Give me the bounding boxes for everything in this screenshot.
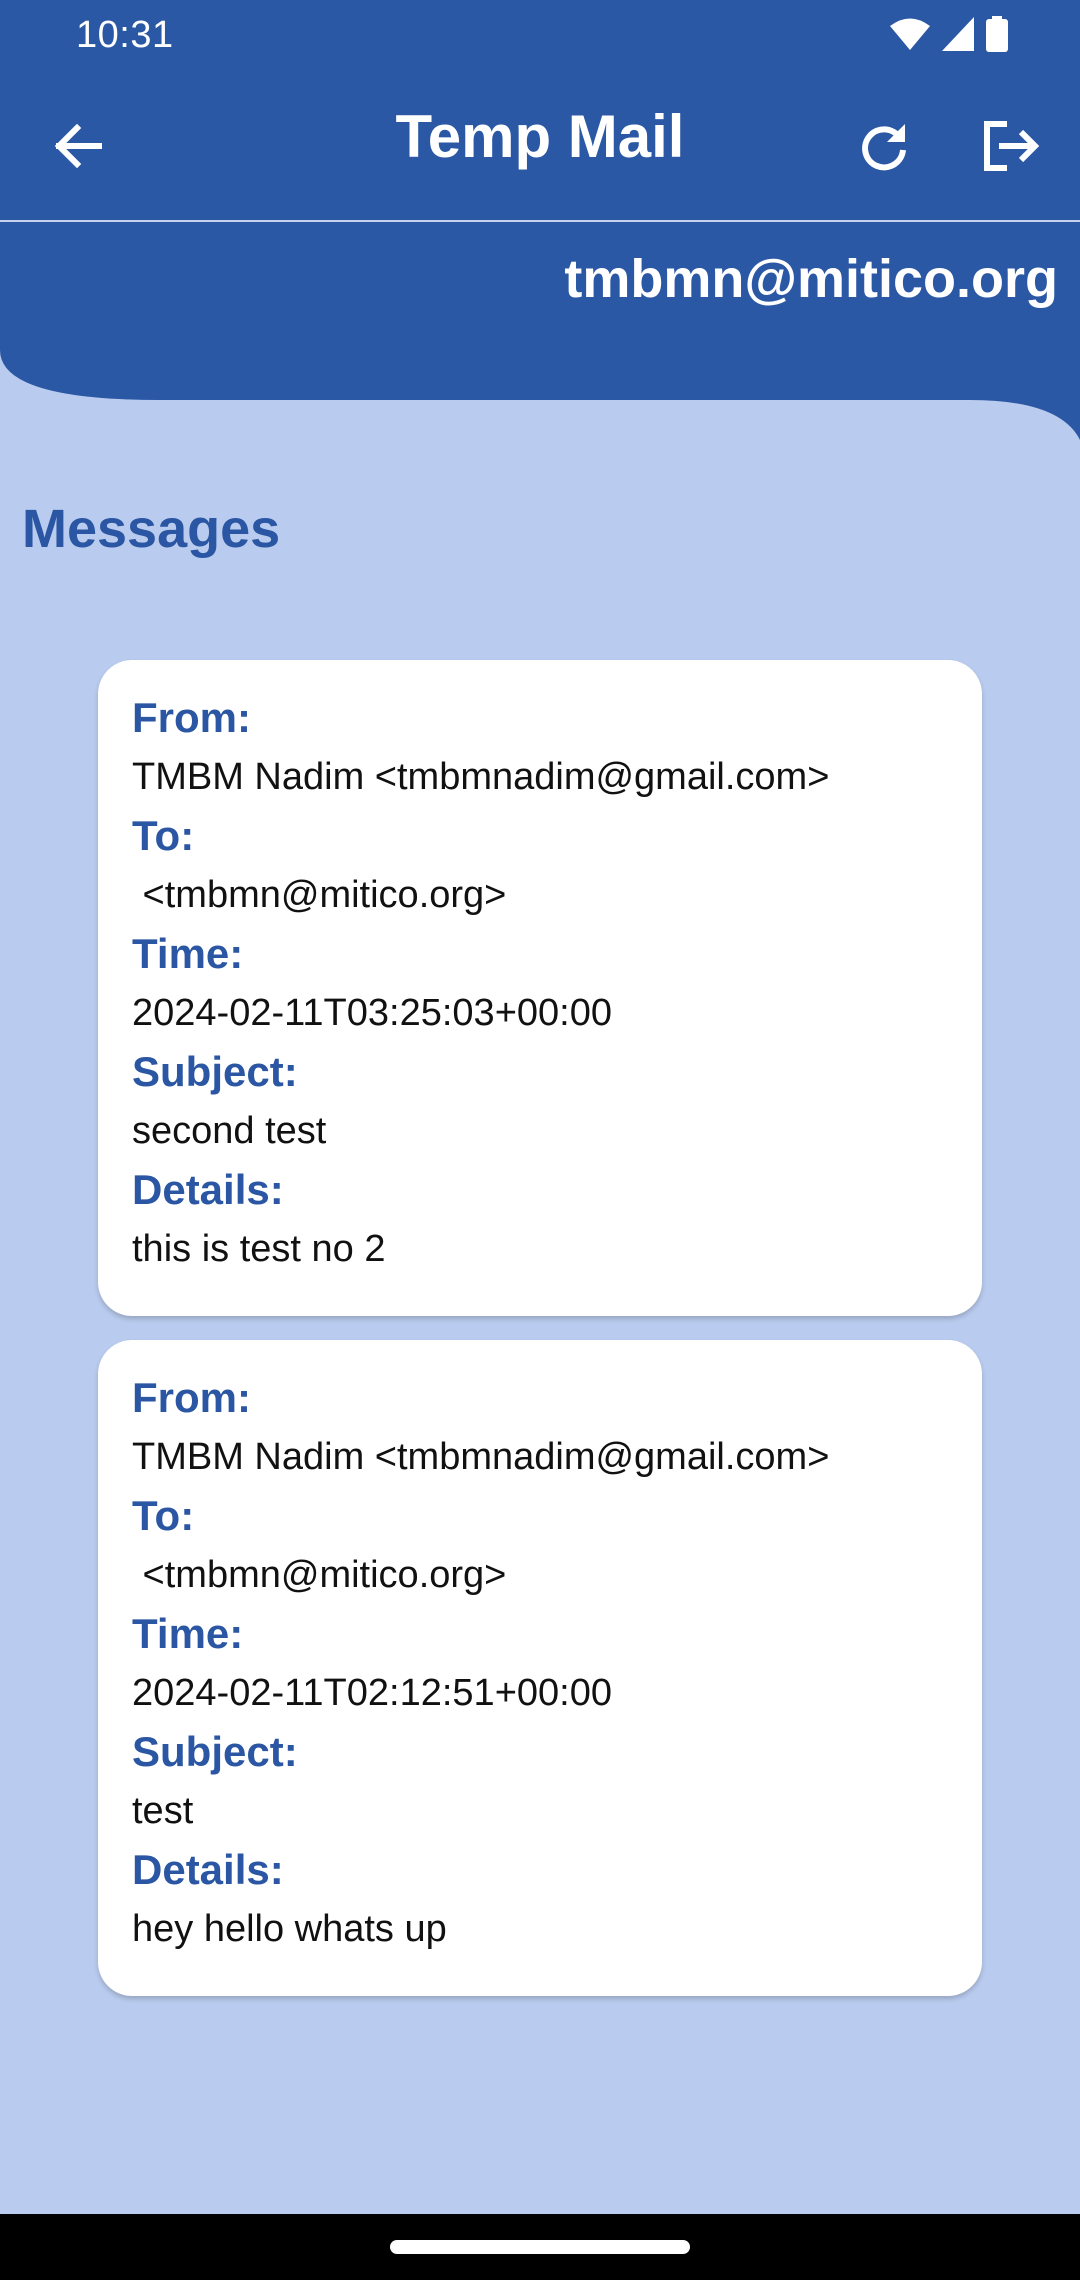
battery-icon — [986, 16, 1008, 57]
refresh-button[interactable] — [844, 106, 924, 186]
status-bar: 10:31 — [0, 0, 1080, 72]
refresh-icon — [862, 124, 906, 171]
logout-button[interactable] — [972, 106, 1052, 186]
subject-label: Subject: — [132, 1728, 298, 1775]
signal-icon — [942, 17, 974, 56]
details-label: Details: — [132, 1166, 284, 1213]
to-value: <tmbmn@mitico.org> — [132, 874, 507, 916]
from-value: TMBM Nadim <tmbmnadim@gmail.com> — [132, 1436, 830, 1478]
navigation-bar — [0, 2214, 1080, 2280]
subject-value: second test — [132, 1110, 327, 1152]
time-label: Time: — [132, 1610, 244, 1657]
message-card[interactable]: From: TMBM Nadim <tmbmnadim@gmail.com> T… — [98, 660, 982, 1316]
message-card[interactable]: From: TMBM Nadim <tmbmnadim@gmail.com> T… — [98, 1340, 982, 1996]
to-value: <tmbmn@mitico.org> — [132, 1554, 507, 1596]
subject-label: Subject: — [132, 1048, 298, 1095]
app-bar: Temp Mail — [0, 72, 1080, 220]
details-value: hey hello whats up — [132, 1908, 447, 1950]
app-bar-divider — [0, 220, 1080, 222]
section-title: Messages — [22, 499, 281, 559]
time-label: Time: — [132, 930, 244, 977]
status-time: 10:31 — [76, 14, 174, 56]
from-value: TMBM Nadim <tmbmnadim@gmail.com> — [132, 756, 830, 798]
to-label: To: — [132, 1492, 195, 1539]
details-value: this is test no 2 — [132, 1228, 386, 1270]
email-address: tmbmn@mitico.org — [564, 249, 1058, 309]
subject-value: test — [132, 1790, 194, 1832]
home-gesture-handle[interactable] — [390, 2240, 690, 2254]
details-label: Details: — [132, 1846, 284, 1893]
logout-icon — [984, 121, 1040, 171]
time-value: 2024-02-11T03:25:03+00:00 — [132, 992, 612, 1034]
from-label: From: — [132, 694, 251, 741]
to-label: To: — [132, 812, 195, 859]
time-value: 2024-02-11T02:12:51+00:00 — [132, 1672, 612, 1714]
from-label: From: — [132, 1374, 251, 1421]
wifi-icon — [890, 17, 930, 56]
status-icons — [890, 16, 1008, 57]
